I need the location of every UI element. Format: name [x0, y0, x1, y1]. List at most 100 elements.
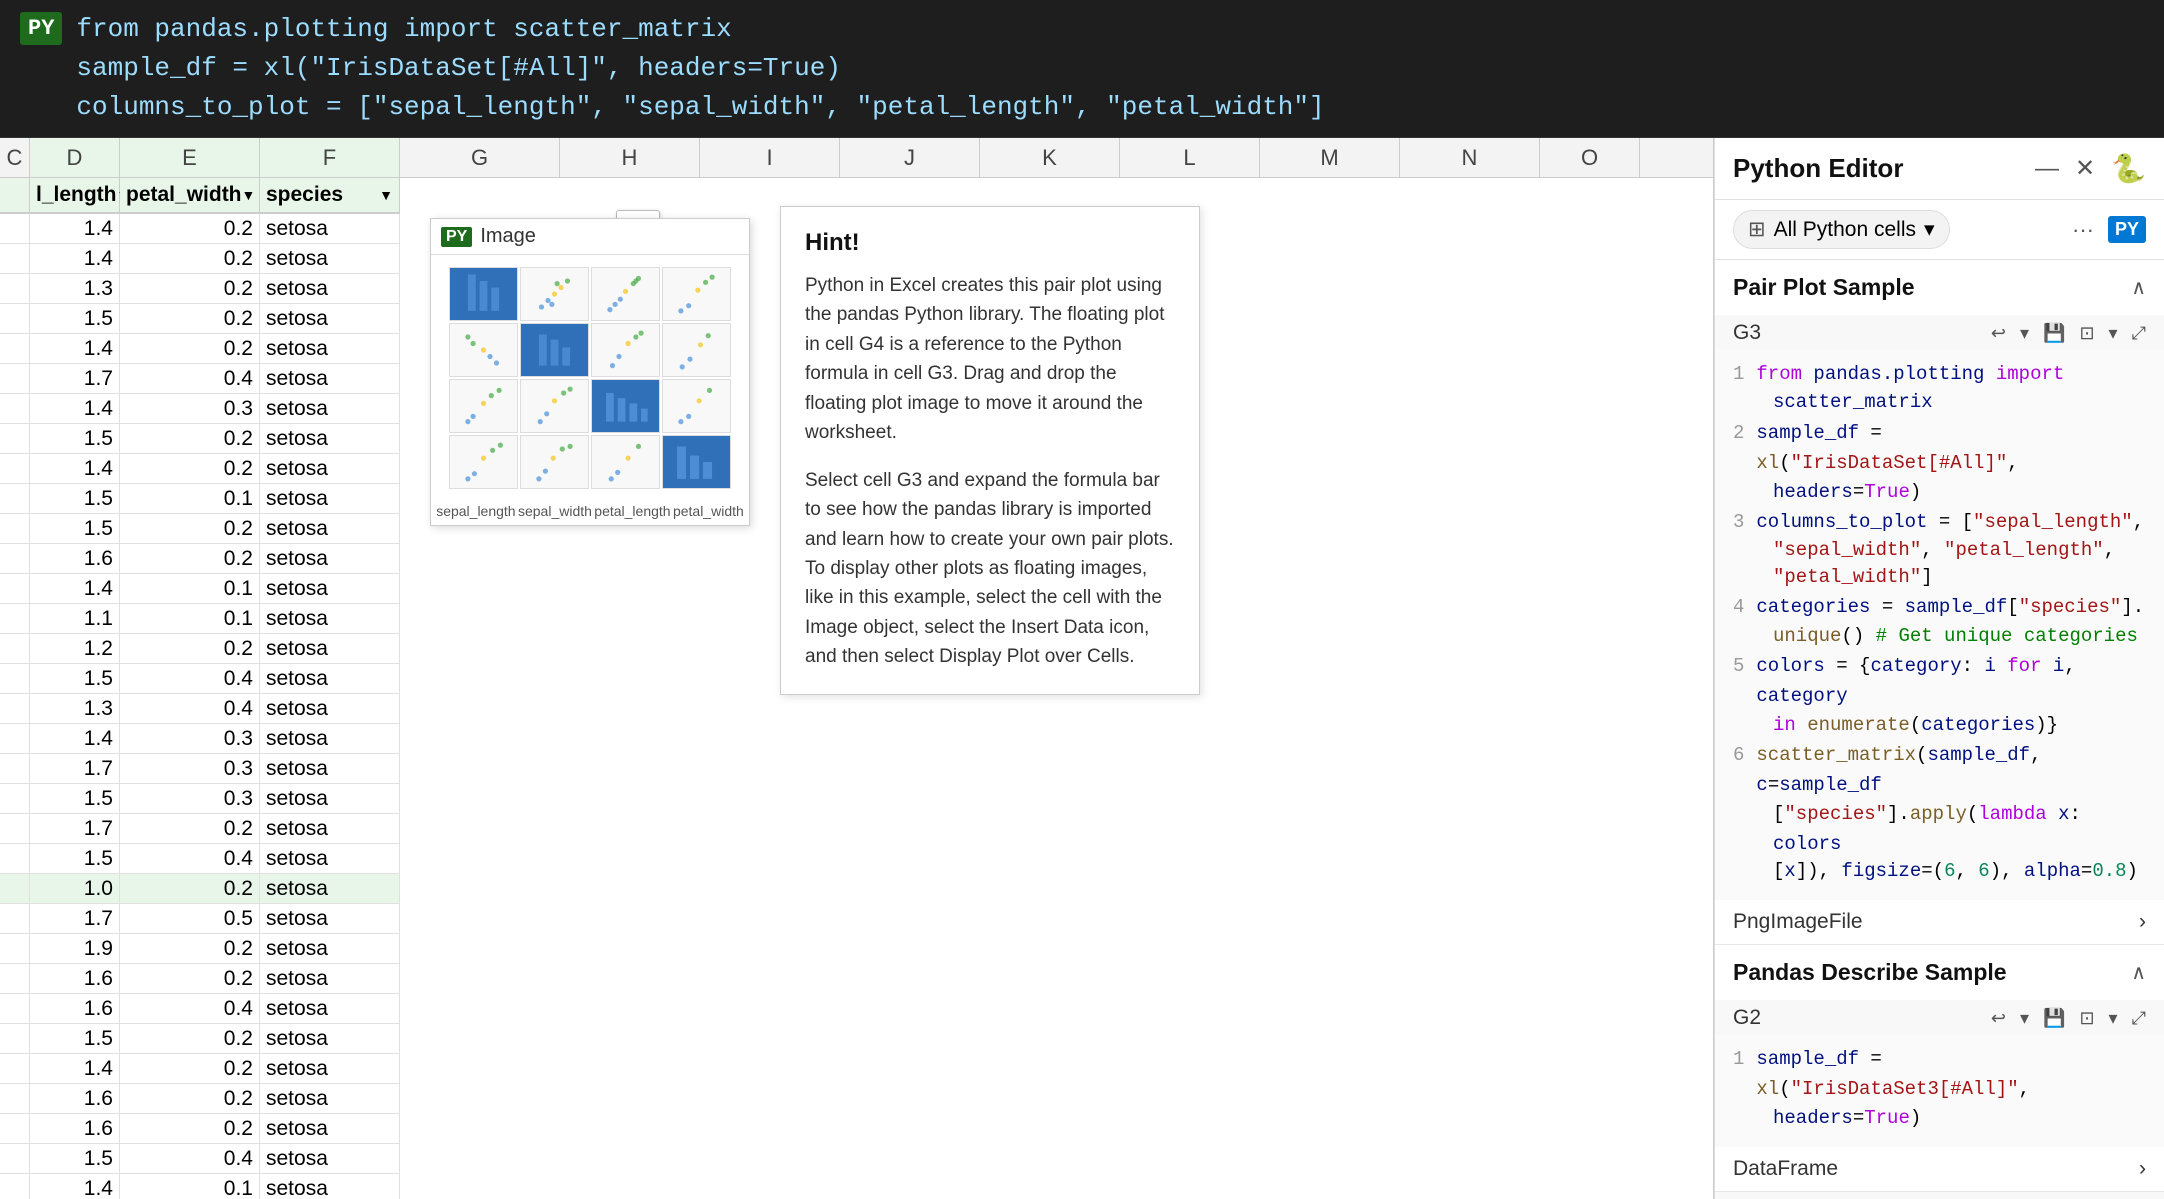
petal-width-cell: 0.2: [120, 1024, 260, 1053]
code-line-6: 6 scatter_matrix(sample_df, c=sample_df: [1733, 740, 2146, 801]
filter-pill[interactable]: ⊞ All Python cells ▾: [1733, 210, 1950, 249]
species-cell: setosa: [260, 874, 400, 903]
species-label: species: [266, 183, 343, 207]
dataframe-row[interactable]: DataFrame ›: [1715, 1147, 2164, 1191]
table-row: 1.40.1setosa: [0, 574, 400, 604]
undo-icon[interactable]: ↩: [1991, 323, 2006, 344]
row-index: [0, 844, 30, 873]
petal-width-cell: 0.4: [120, 364, 260, 393]
col-species-header: species ▼: [260, 178, 400, 212]
row-index: [0, 244, 30, 273]
row-index: [0, 964, 30, 993]
chart-py-badge: PY: [441, 227, 472, 247]
petal-length-cell: 1.4: [30, 244, 120, 273]
petal-width-cell: 0.2: [120, 1114, 260, 1143]
save-icon-2[interactable]: 💾: [2043, 1008, 2065, 1029]
editor-header: Python Editor — ✕ 🐍: [1715, 138, 2164, 200]
code-line-5: 5 colors = {category: i for i, category: [1733, 651, 2146, 712]
table-row: 1.50.4setosa: [0, 844, 400, 874]
chevron-down-icon[interactable]: ▾: [2020, 323, 2029, 344]
row-index: [0, 1084, 30, 1113]
chevron-down-icon-4[interactable]: ▾: [2109, 1008, 2118, 1029]
minimize-icon[interactable]: —: [2035, 155, 2059, 183]
petal-width-cell: 0.1: [120, 604, 260, 633]
data-header-row: l_length ▼ petal_width ▼ species ▼: [0, 178, 400, 214]
species-cell: setosa: [260, 754, 400, 783]
pd-code-line-1: 1 sample_df = xl("IrisDataSet3[#All]",: [1733, 1044, 2146, 1105]
expand-icon[interactable]: ⤢: [2132, 323, 2146, 344]
png-image-file-row[interactable]: PngImageFile ›: [1715, 900, 2164, 944]
run-icon-2[interactable]: ⊡: [2079, 1008, 2094, 1029]
row-index: [0, 904, 30, 933]
pair-plot-code: 1 from pandas.plotting import scatter_ma…: [1715, 349, 2164, 900]
petal-length-cell: 1.2: [30, 634, 120, 663]
petal-length-cell: 1.5: [30, 784, 120, 813]
scatter-cell-13: [662, 323, 731, 377]
chart-axis-labels: sepal_length sepal_width petal_length pe…: [431, 501, 749, 525]
petal-width-cell: 0.3: [120, 754, 260, 783]
hint-box: Hint! Python in Excel creates this pair …: [780, 206, 1200, 695]
editor-content[interactable]: Pair Plot Sample ∧ G3 ↩ ▾ 💾 ⊡ ▾ ⤢: [1715, 260, 2164, 1199]
petal-width-cell: 0.4: [120, 664, 260, 693]
petal-length-cell: 1.7: [30, 814, 120, 843]
expand-icon-2[interactable]: ⤢: [2132, 1008, 2146, 1029]
python-editor-panel: Python Editor — ✕ 🐍 ⊞ All Python cells ▾…: [1714, 138, 2164, 1199]
petal-width-cell: 0.2: [120, 424, 260, 453]
chart-container: PY Image: [430, 218, 750, 526]
dataframe-chevron-icon[interactable]: ›: [2139, 1157, 2146, 1181]
species-cell: setosa: [260, 574, 400, 603]
hint-paragraph-2: Select cell G3 and expand the formula ba…: [805, 466, 1175, 672]
chevron-down-icon-2[interactable]: ▾: [2109, 323, 2118, 344]
pandas-describe-section-header[interactable]: Pandas Describe Sample ∧: [1715, 945, 2164, 1000]
species-cell: setosa: [260, 1054, 400, 1083]
pandas-describe-chevron[interactable]: ∧: [2131, 960, 2146, 985]
png-chevron-icon[interactable]: ›: [2139, 910, 2146, 934]
scatter-cell-32: [591, 435, 660, 489]
chart-title: Image: [480, 225, 536, 248]
code-line-3c: "petal_width"]: [1733, 562, 2146, 592]
row-index: [0, 724, 30, 753]
row-index: [0, 544, 30, 573]
species-cell: setosa: [260, 904, 400, 933]
pair-plot-section-header[interactable]: Pair Plot Sample ∧: [1715, 260, 2164, 315]
row-index: [0, 874, 30, 903]
filter-icon-petal-width[interactable]: ▼: [242, 187, 256, 203]
close-icon[interactable]: ✕: [2075, 154, 2095, 183]
table-row: 1.50.2setosa: [0, 424, 400, 454]
save-icon[interactable]: 💾: [2043, 323, 2065, 344]
row-index: [0, 814, 30, 843]
table-row: 1.40.1setosa: [0, 1174, 400, 1199]
undo-icon-2[interactable]: ↩: [1991, 1008, 2006, 1029]
ellipsis-icon[interactable]: ···: [2072, 217, 2094, 243]
species-cell: setosa: [260, 274, 400, 303]
scatter-cell-10: [449, 323, 518, 377]
pair-plot-chevron[interactable]: ∧: [2131, 275, 2146, 300]
filter-bar: ⊞ All Python cells ▾ ··· PY: [1715, 200, 2164, 260]
scatter-cell-31: [520, 435, 589, 489]
row-index: [0, 514, 30, 543]
col-c-header: [0, 178, 30, 212]
code-line-6c: [x]), figsize=(6, 6), alpha=0.8): [1733, 856, 2146, 886]
petal-length-cell: 1.4: [30, 454, 120, 483]
species-cell: setosa: [260, 304, 400, 333]
petal-length-cell: 1.5: [30, 1144, 120, 1173]
petal-length-cell: 1.4: [30, 1174, 120, 1199]
chevron-down-icon-3[interactable]: ▾: [2020, 1008, 2029, 1029]
pandas-describe-code: 1 sample_df = xl("IrisDataSet3[#All]", h…: [1715, 1034, 2164, 1147]
petal-width-cell: 0.4: [120, 844, 260, 873]
species-cell: setosa: [260, 334, 400, 363]
petal-length-cell: 1.4: [30, 394, 120, 423]
col-G: G: [400, 138, 560, 177]
col-O: O: [1540, 138, 1640, 177]
run-icon[interactable]: ⊡: [2079, 323, 2094, 344]
petal-length-cell: 1.5: [30, 424, 120, 453]
scatter-cell-23: [662, 379, 731, 433]
code-line-6b: ["species"].apply(lambda x: colors: [1733, 799, 2146, 860]
petal-length-cell: 1.4: [30, 724, 120, 753]
filter-chevron-icon: ▾: [1924, 217, 1935, 242]
filter-icon-species[interactable]: ▼: [379, 187, 393, 203]
scatter-cell-02: [591, 267, 660, 321]
dataframe-label: DataFrame: [1733, 1157, 1838, 1181]
row-index: [0, 604, 30, 633]
petal-width-cell: 0.1: [120, 1174, 260, 1199]
